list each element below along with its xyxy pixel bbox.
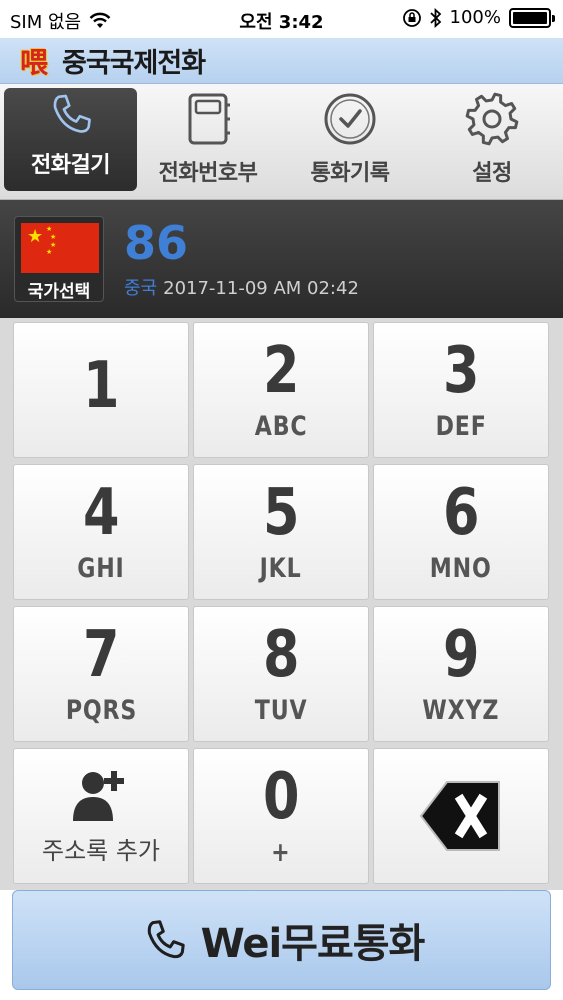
- country-code: 86: [124, 216, 189, 270]
- key-letters: JKL: [260, 552, 302, 584]
- add-person-icon: [73, 770, 124, 821]
- key-4[interactable]: 4 GHI: [13, 464, 189, 600]
- key-digit: 0: [262, 759, 300, 834]
- key-digit: 3: [442, 333, 480, 408]
- country-select-button[interactable]: ★ ★ ★ ★ ★ 국가선택: [14, 216, 104, 302]
- key-1[interactable]: 1: [13, 322, 189, 458]
- phone-icon: [53, 94, 91, 133]
- key-5[interactable]: 5 JKL: [193, 464, 369, 600]
- backspace-icon: [419, 781, 500, 851]
- address-book-icon: [188, 93, 230, 145]
- tab-call-log[interactable]: 통화기록: [279, 84, 421, 199]
- key-digit: 5: [262, 475, 300, 550]
- tab-bar: 전화걸기 전화번호부 통화기록 설정: [0, 84, 563, 200]
- battery-icon: [509, 7, 555, 28]
- key-digit: 6: [442, 475, 480, 550]
- key-3[interactable]: 3 DEF: [373, 322, 549, 458]
- free-call-button[interactable]: Wei무료통화: [12, 890, 551, 990]
- key-7[interactable]: 7 PQRS: [13, 606, 189, 742]
- key-digit: 1: [82, 349, 120, 423]
- key-0[interactable]: 0 +: [193, 748, 369, 884]
- dial-keypad: 1 2 ABC 3 DEF 4 GHI 5 JKL 6 MNO 7 PQRS 8…: [0, 318, 563, 890]
- key-letters: DEF: [435, 410, 487, 442]
- gear-icon: [465, 92, 519, 146]
- key-letters: WXYZ: [422, 694, 500, 726]
- country-bar: ★ ★ ★ ★ ★ 국가선택 86 중국 2017-11-09 AM 02:42: [0, 200, 563, 318]
- key-digit: 4: [82, 475, 120, 550]
- app-logo: 喂: [19, 45, 48, 79]
- country-select-label: 국가선택: [27, 282, 91, 302]
- add-contact-label: 주소록 추가: [41, 836, 161, 865]
- status-bar: SIM 없음 오전 3:42 100%: [0, 0, 563, 38]
- tab-label: 전화번호부: [158, 161, 258, 186]
- delete-button[interactable]: [373, 748, 549, 884]
- key-9[interactable]: 9 WXYZ: [373, 606, 549, 742]
- tab-label: 통화기록: [310, 161, 390, 186]
- tab-label: 설정: [472, 161, 512, 186]
- key-letters: MNO: [430, 552, 492, 584]
- key-letters: ABC: [254, 410, 308, 442]
- tab-phonebook[interactable]: 전화번호부: [137, 84, 279, 199]
- country-info: 중국 2017-11-09 AM 02:42: [124, 274, 359, 300]
- key-digit: 9: [442, 617, 480, 692]
- title-bar: 喂 중국국제전화: [0, 38, 563, 84]
- key-digit: 7: [82, 617, 120, 692]
- tab-settings[interactable]: 설정: [421, 84, 563, 199]
- key-digit: 8: [262, 617, 300, 692]
- key-letters: +: [271, 836, 291, 868]
- tab-dial[interactable]: 전화걸기: [4, 88, 137, 191]
- country-name: 중국: [124, 278, 158, 299]
- clock-icon: [324, 93, 376, 145]
- tab-label: 전화걸기: [31, 153, 110, 178]
- key-digit: 2: [262, 333, 300, 408]
- key-6[interactable]: 6 MNO: [373, 464, 549, 600]
- key-8[interactable]: 8 TUV: [193, 606, 369, 742]
- rotation-lock-icon: [402, 8, 421, 27]
- app-title: 중국국제전화: [62, 48, 206, 79]
- current-datetime: 2017-11-09 AM 02:42: [163, 278, 359, 299]
- key-2[interactable]: 2 ABC: [193, 322, 369, 458]
- key-letters: PQRS: [65, 694, 137, 726]
- phone-icon: [147, 920, 185, 959]
- battery-percent: 100%: [449, 7, 501, 28]
- key-letters: GHI: [77, 552, 125, 584]
- key-letters: TUV: [254, 694, 308, 726]
- bluetooth-icon: [429, 7, 441, 28]
- free-call-label: Wei무료통화: [200, 921, 426, 967]
- china-flag-icon: ★ ★ ★ ★ ★: [21, 223, 99, 273]
- add-contact-button[interactable]: 주소록 추가: [13, 748, 189, 884]
